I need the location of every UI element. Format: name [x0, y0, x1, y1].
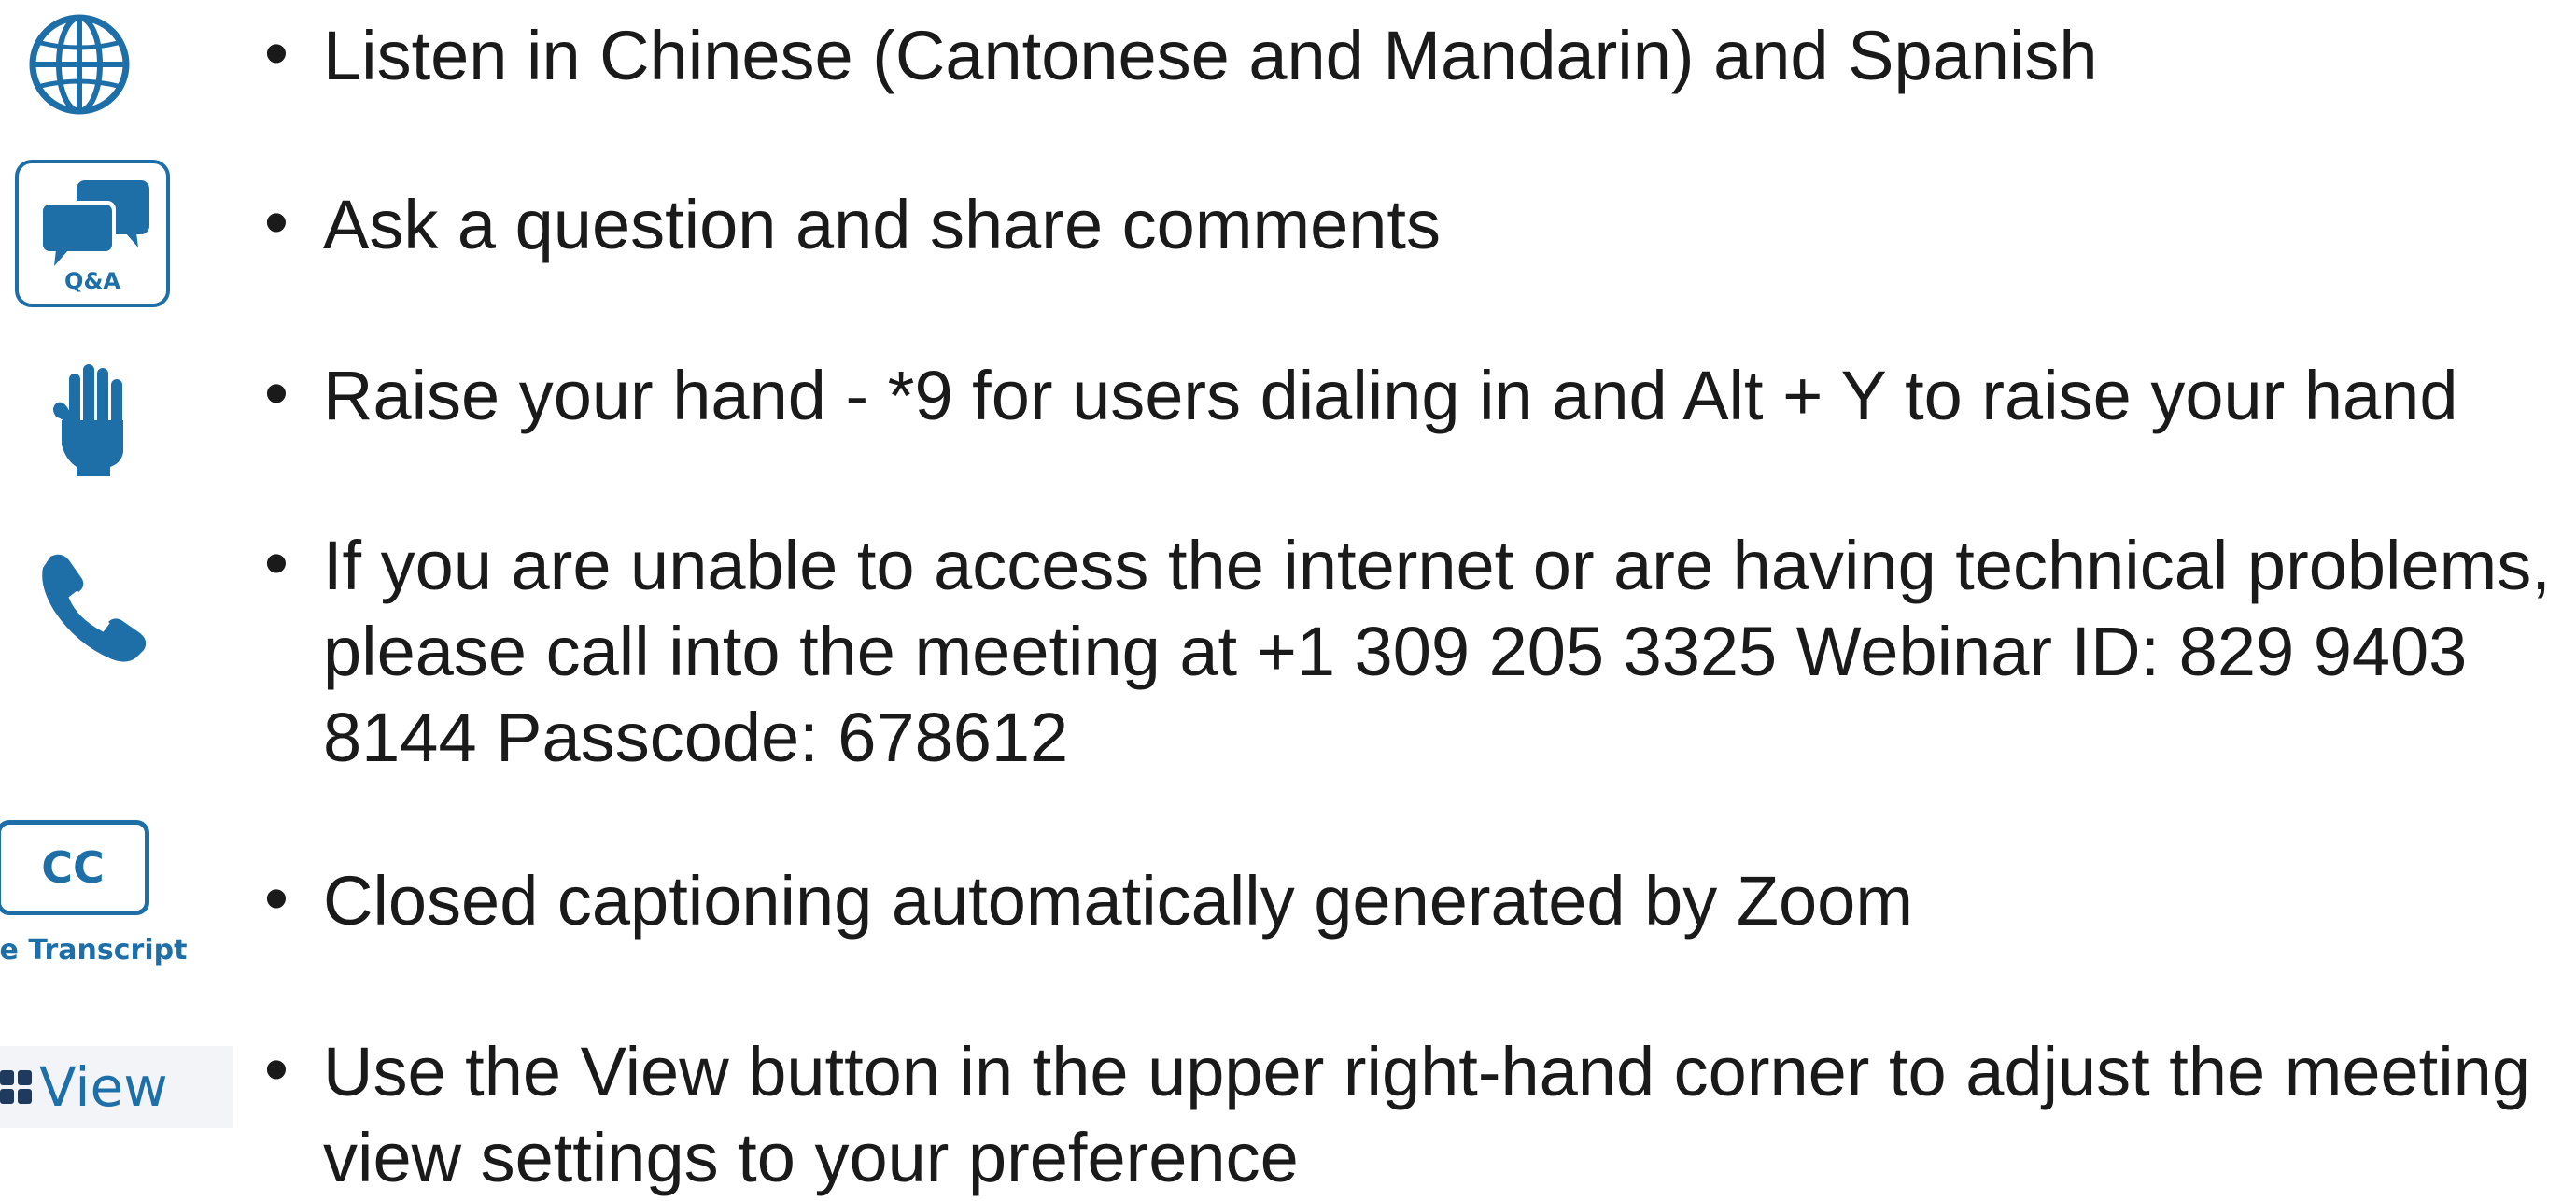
item-text: If you are unable to access the internet…	[323, 527, 2551, 776]
qa-chat-icon: Q&A	[15, 160, 170, 307]
bullet: •	[264, 14, 289, 92]
bullet: •	[264, 354, 289, 431]
phone-icon	[42, 554, 147, 662]
item-text: Use the View button in the upper right-h…	[323, 1033, 2530, 1196]
view-grid-icon	[0, 1070, 32, 1104]
bullet: •	[264, 859, 289, 937]
item-text: Listen in Chinese (Cantonese and Mandari…	[323, 17, 2098, 94]
bullet: •	[264, 524, 289, 601]
item-text: Raise your hand - *9 for users dialing i…	[323, 357, 2458, 434]
item-text: Ask a question and share comments	[323, 186, 1441, 263]
qa-label: Q&A	[64, 268, 120, 294]
globe-icon	[29, 14, 130, 115]
view-button-image: View	[0, 1046, 233, 1128]
raised-hand-icon	[53, 364, 123, 476]
bullet: •	[264, 1030, 289, 1108]
closed-caption-icon: CC	[0, 820, 149, 915]
item-text: Closed captioning automatically generate…	[323, 862, 1913, 940]
cc-label: CC	[41, 842, 105, 893]
view-label: View	[39, 1055, 168, 1119]
live-transcript-label: ve Transcript	[0, 934, 188, 967]
bullet: •	[264, 183, 289, 261]
